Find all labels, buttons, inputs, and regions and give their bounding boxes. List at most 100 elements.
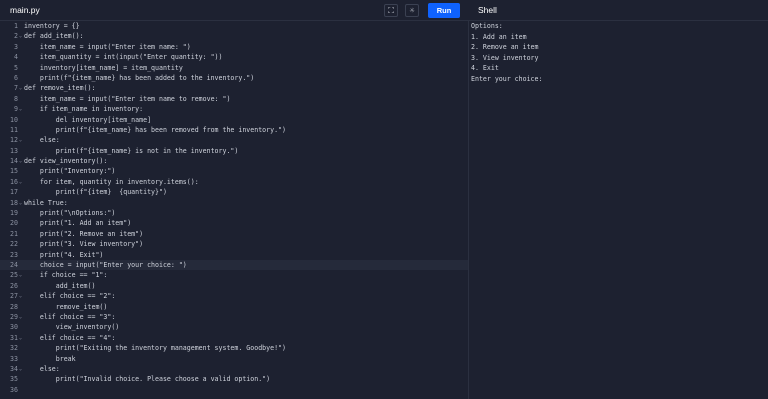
code-text: def remove_item(): xyxy=(24,84,96,93)
line-number: 3 xyxy=(14,42,18,51)
fold-chevron-icon[interactable]: ⌄ xyxy=(19,104,22,114)
code-line[interactable]: 30 view_inventory() xyxy=(0,322,468,332)
code-text: del inventory[item_name] xyxy=(24,115,152,124)
code-line[interactable]: 2 ⌄ def add_item(): xyxy=(0,31,468,41)
code-text: print("\nOptions:") xyxy=(24,209,116,218)
tab-shell[interactable]: Shell xyxy=(478,0,497,20)
code-line[interactable]: 15 print("Inventory:") xyxy=(0,166,468,176)
line-number: 8 xyxy=(14,94,18,103)
tab-main-py[interactable]: main.py xyxy=(0,0,45,20)
line-number: 19 xyxy=(10,209,18,218)
code-line[interactable]: 23 print("4. Exit") xyxy=(0,250,468,260)
fold-chevron-icon[interactable]: ⌄ xyxy=(19,177,22,187)
line-number: 13 xyxy=(10,146,18,155)
code-text: print("4. Exit") xyxy=(24,250,104,259)
code-text: print("Exiting the inventory management … xyxy=(24,344,287,353)
code-text: break xyxy=(24,354,76,363)
code-line[interactable]: 20 print("1. Add an item") xyxy=(0,218,468,228)
code-line[interactable]: 5 inventory[item_name] = item_quantity xyxy=(0,63,468,73)
code-text: def add_item(): xyxy=(24,32,84,41)
code-line[interactable]: 24 choice = input("Enter your choice: ") xyxy=(0,259,468,271)
line-number: 1 xyxy=(14,22,18,30)
code-text: inventory = {} xyxy=(24,22,80,30)
top-bar: main.py ⛶ ☼ Run Shell xyxy=(0,0,768,21)
code-editor[interactable]: 1 inventory = {} 2 ⌄ def add_item(): 3 item_n… xyxy=(0,21,468,399)
line-number: 33 xyxy=(10,354,18,363)
fold-chevron-icon[interactable]: ⌄ xyxy=(19,156,22,166)
code-line[interactable]: 32 print("Exiting the inventory manageme… xyxy=(0,343,468,353)
shell-line: 1. Add an item xyxy=(471,32,527,41)
code-line[interactable]: 8 item_name = input("Enter item name to … xyxy=(0,94,468,104)
code-line[interactable]: 6 print(f"{item_name} has been added to … xyxy=(0,73,468,83)
code-line[interactable]: 17 print(f"{item} {quantity}") xyxy=(0,187,468,197)
line-number: 35 xyxy=(10,375,18,384)
code-line[interactable]: 7 ⌄ def remove_item(): xyxy=(0,83,468,93)
code-line[interactable]: 27 ⌄ elif choice == "2": xyxy=(0,291,468,301)
line-number: 29 xyxy=(10,312,18,321)
shell-line: 3. View inventory xyxy=(471,53,539,62)
fold-chevron-icon[interactable]: ⌄ xyxy=(19,333,22,343)
code-line[interactable]: 3 item_name = input("Enter item name: ") xyxy=(0,42,468,52)
pane-divider[interactable] xyxy=(468,20,469,399)
code-line[interactable]: 35 print("Invalid choice. Please choose … xyxy=(0,374,468,384)
line-number: 16 xyxy=(10,177,18,186)
code-text: add_item() xyxy=(24,281,96,290)
run-button[interactable]: Run xyxy=(428,3,460,18)
code-text: print("3. View inventory") xyxy=(24,240,144,249)
line-number: 28 xyxy=(10,302,18,311)
code-line[interactable]: 21 print("2. Remove an item") xyxy=(0,229,468,239)
line-number: 27 xyxy=(10,292,18,301)
code-line[interactable]: 33 break xyxy=(0,354,468,364)
code-line[interactable]: 26 add_item() xyxy=(0,281,468,291)
line-number: 20 xyxy=(10,219,18,228)
code-line[interactable]: 11 print(f"{item_name} has been removed … xyxy=(0,125,468,135)
fold-chevron-icon[interactable]: ⌄ xyxy=(19,291,22,301)
code-text: remove_item() xyxy=(24,302,108,311)
code-line[interactable]: 19 print("\nOptions:") xyxy=(0,208,468,218)
code-line[interactable]: 22 print("3. View inventory") xyxy=(0,239,468,249)
line-number: 26 xyxy=(10,281,18,290)
code-text: else: xyxy=(24,364,60,373)
code-line[interactable]: 9 ⌄ if item_name in inventory: xyxy=(0,104,468,114)
code-line[interactable]: 28 remove_item() xyxy=(0,302,468,312)
code-line[interactable]: 12 ⌄ else: xyxy=(0,135,468,145)
code-line[interactable]: 4 item_quantity = int(input("Enter quant… xyxy=(0,52,468,62)
theme-toggle-icon[interactable]: ☼ xyxy=(405,4,419,17)
line-number: 36 xyxy=(10,385,18,394)
code-line[interactable]: 18 ⌄ while True: xyxy=(0,198,468,208)
line-number: 30 xyxy=(10,323,18,332)
fold-chevron-icon[interactable]: ⌄ xyxy=(19,31,22,41)
code-line[interactable]: 29 ⌄ elif choice == "3": xyxy=(0,312,468,322)
code-line[interactable]: 13 print(f"{item_name} is not in the inv… xyxy=(0,146,468,156)
line-number: 5 xyxy=(14,63,18,72)
line-number: 12 xyxy=(10,136,18,145)
fold-chevron-icon[interactable]: ⌄ xyxy=(19,312,22,322)
line-number: 10 xyxy=(10,115,18,124)
code-text: choice = input("Enter your choice: ") xyxy=(24,260,187,269)
fullscreen-icon[interactable]: ⛶ xyxy=(384,4,398,17)
line-number: 6 xyxy=(14,73,18,82)
code-line[interactable]: 34 ⌄ else: xyxy=(0,364,468,374)
code-text: else: xyxy=(24,136,60,145)
fold-chevron-icon[interactable]: ⌄ xyxy=(19,135,22,145)
code-text: print(f"{item_name} has been removed fro… xyxy=(24,125,287,134)
line-number: 31 xyxy=(10,333,18,342)
line-number: 17 xyxy=(10,188,18,197)
fold-chevron-icon[interactable]: ⌄ xyxy=(19,83,22,93)
fold-chevron-icon[interactable]: ⌄ xyxy=(19,198,22,208)
code-line[interactable]: 31 ⌄ elif choice == "4": xyxy=(0,333,468,343)
fold-chevron-icon[interactable]: ⌄ xyxy=(19,364,22,374)
shell-line: 4. Exit xyxy=(471,64,499,72)
code-line[interactable]: 1 inventory = {} xyxy=(0,21,468,31)
code-text: elif choice == "4": xyxy=(24,333,116,342)
fold-chevron-icon[interactable]: ⌄ xyxy=(19,270,22,280)
code-text: print(f"{item} {quantity}") xyxy=(24,188,167,197)
code-line[interactable]: 10 del inventory[item_name] xyxy=(0,115,468,125)
line-number: 4 xyxy=(14,53,18,62)
code-line[interactable]: 16 ⌄ for item, quantity in inventory.item… xyxy=(0,177,468,187)
code-line[interactable]: 25 ⌄ if choice == "1": xyxy=(0,270,468,280)
code-text: elif choice == "3": xyxy=(24,312,116,321)
code-line[interactable]: 14 ⌄ def view_inventory(): xyxy=(0,156,468,166)
code-line[interactable]: 36 xyxy=(0,385,468,395)
shell-output[interactable]: Options: 1. Add an item 2. Remove an item 3… xyxy=(471,21,766,399)
